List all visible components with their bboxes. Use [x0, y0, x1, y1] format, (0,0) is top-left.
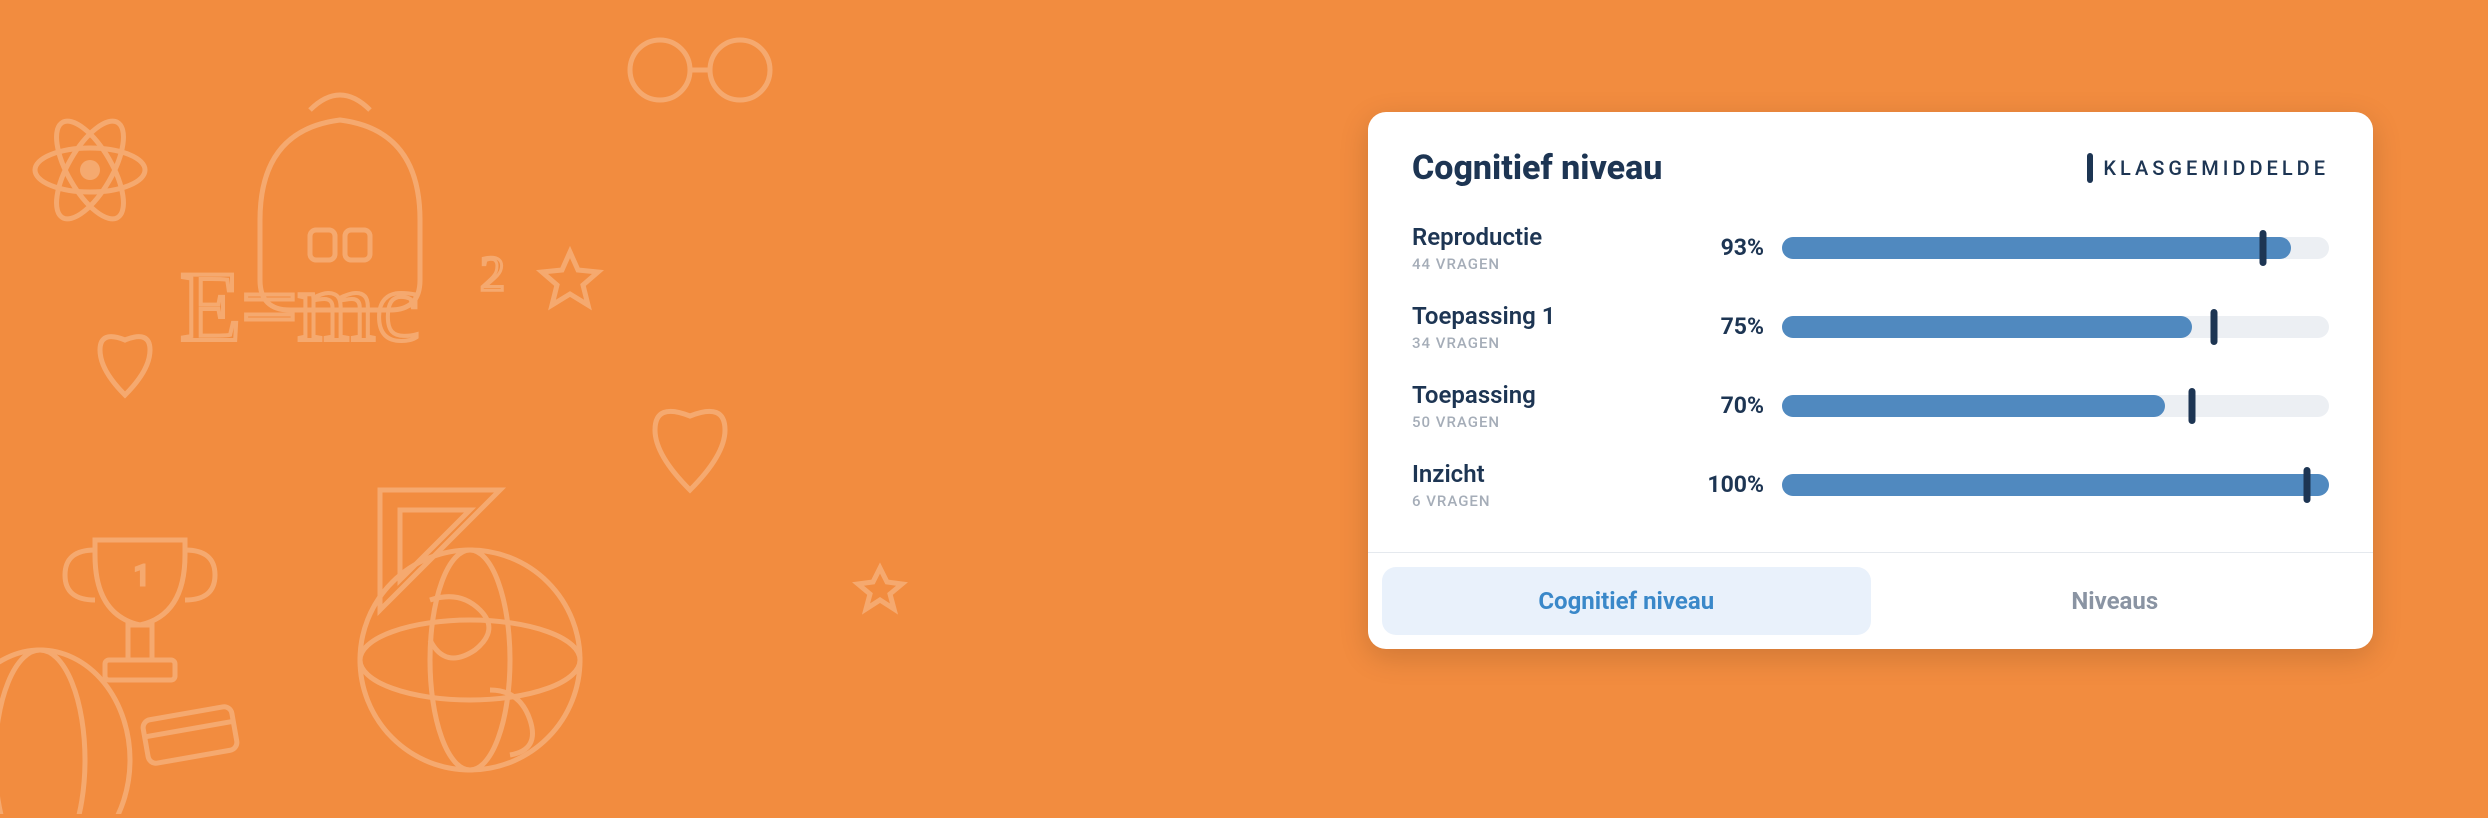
legend-marker-icon: [2087, 153, 2093, 183]
bar-fill: [1782, 395, 2165, 417]
row-reproductie: Reproductie 44 VRAGEN 93%: [1412, 208, 2329, 287]
row-sub: 6 VRAGEN: [1412, 492, 1692, 510]
tab-cognitief-niveau[interactable]: Cognitief niveau: [1382, 567, 1871, 635]
card-header: Cognitief niveau KLASGEMIDDELDE: [1368, 112, 2373, 208]
class-average-marker-icon: [2211, 309, 2218, 345]
legend-class-average: KLASGEMIDDELDE: [2087, 153, 2329, 183]
row-name: Reproductie: [1412, 222, 1692, 252]
row-label: Toepassing 50 VRAGEN: [1412, 380, 1692, 431]
row-toepassing: Toepassing 50 VRAGEN 70%: [1412, 366, 2329, 445]
row-name: Toepassing 1: [1412, 301, 1692, 331]
class-average-marker-icon: [2189, 388, 2196, 424]
row-name: Toepassing: [1412, 380, 1692, 410]
row-label: Reproductie 44 VRAGEN: [1412, 222, 1692, 273]
row-percent: 93%: [1692, 234, 1782, 261]
row-toepassing-1: Toepassing 1 34 VRAGEN 75%: [1412, 287, 2329, 366]
row-percent: 100%: [1692, 471, 1782, 498]
svg-text:E=mc: E=mc: [180, 251, 420, 362]
decorative-doodles: E=mc 2 1: [0, 0, 1000, 814]
row-sub: 50 VRAGEN: [1412, 413, 1692, 431]
card-title: Cognitief niveau: [1412, 148, 1662, 188]
bar-wrap: [1782, 474, 2329, 496]
rows-container: Reproductie 44 VRAGEN 93% Toepassing 1 3…: [1368, 208, 2373, 552]
row-label: Toepassing 1 34 VRAGEN: [1412, 301, 1692, 352]
svg-text:1: 1: [134, 559, 150, 592]
class-average-marker-icon: [2304, 467, 2311, 503]
tab-niveaus[interactable]: Niveaus: [1871, 567, 2360, 635]
class-average-marker-icon: [2260, 230, 2267, 266]
bar-wrap: [1782, 237, 2329, 259]
row-inzicht: Inzicht 6 VRAGEN 100%: [1412, 445, 2329, 524]
row-sub: 34 VRAGEN: [1412, 334, 1692, 352]
row-label: Inzicht 6 VRAGEN: [1412, 459, 1692, 510]
tabs: Cognitief niveau Niveaus: [1368, 552, 2373, 649]
bar-fill: [1782, 237, 2291, 259]
cognitive-level-card: Cognitief niveau KLASGEMIDDELDE Reproduc…: [1368, 112, 2373, 649]
row-name: Inzicht: [1412, 459, 1692, 489]
legend-label: KLASGEMIDDELDE: [2103, 156, 2329, 180]
bar-fill: [1782, 474, 2329, 496]
bar-wrap: [1782, 395, 2329, 417]
row-sub: 44 VRAGEN: [1412, 255, 1692, 273]
bar-wrap: [1782, 316, 2329, 338]
bar-fill: [1782, 316, 2192, 338]
row-percent: 75%: [1692, 313, 1782, 340]
row-percent: 70%: [1692, 392, 1782, 419]
svg-text:2: 2: [480, 245, 505, 301]
